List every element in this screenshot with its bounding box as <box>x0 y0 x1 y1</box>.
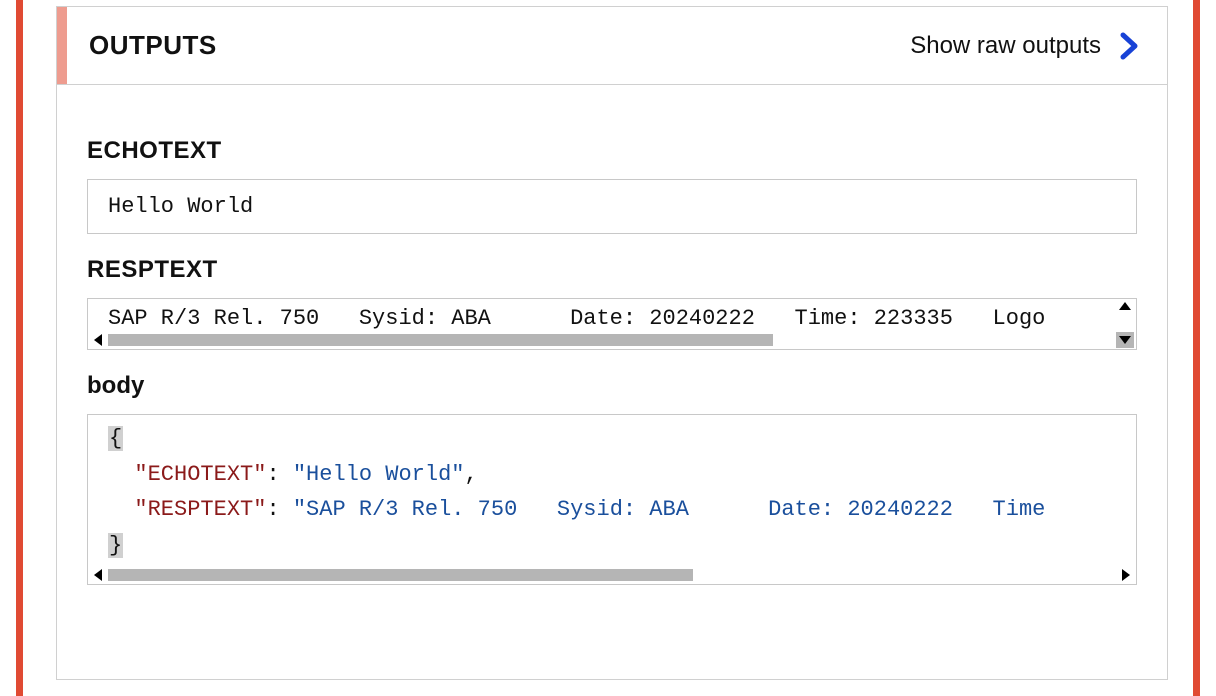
scrollbar-track[interactable] <box>108 569 1116 581</box>
scroll-down-icon <box>1119 336 1131 344</box>
scroll-left-icon <box>94 569 102 581</box>
resptext-horizontal-scrollbar[interactable] <box>88 331 1136 349</box>
outputs-panel: OUTPUTS Show raw outputs ECHOTEXT Hello … <box>56 6 1168 680</box>
json-colon: : <box>266 497 292 522</box>
header-accent-bar <box>57 7 67 84</box>
outputs-panel-header: OUTPUTS Show raw outputs <box>57 7 1167 85</box>
echotext-label: ECHOTEXT <box>87 137 1137 165</box>
echotext-section: ECHOTEXT Hello World <box>87 137 1137 234</box>
body-code[interactable]: { "ECHOTEXT": "Hello World", "RESPTEXT":… <box>88 415 1136 566</box>
scrollbar-thumb[interactable] <box>108 334 773 346</box>
json-close-brace: } <box>108 533 123 558</box>
json-key-resptext: "RESPTEXT" <box>134 497 266 522</box>
left-accent-bar <box>16 0 23 696</box>
scrollbar-track[interactable] <box>108 334 1116 346</box>
json-value-resptext: "SAP R/3 Rel. 750 Sysid: ABA Date: 20240… <box>293 497 1046 522</box>
resptext-box: SAP R/3 Rel. 750 Sysid: ABA Date: 202402… <box>87 298 1137 350</box>
show-raw-outputs-label: Show raw outputs <box>910 32 1101 60</box>
chevron-right-icon <box>1119 31 1141 61</box>
json-open-brace: { <box>108 426 123 451</box>
json-key-echotext: "ECHOTEXT" <box>134 462 266 487</box>
echotext-value: Hello World <box>87 179 1137 234</box>
resptext-label: RESPTEXT <box>87 256 1137 284</box>
right-accent-bar <box>1193 0 1200 696</box>
scroll-down-button[interactable] <box>1116 332 1134 348</box>
scrollbar-thumb[interactable] <box>108 569 693 581</box>
json-comma: , <box>464 462 477 487</box>
body-horizontal-scrollbar[interactable] <box>88 566 1136 584</box>
body-label: body <box>87 372 1137 400</box>
scroll-right-icon <box>1122 569 1130 581</box>
resptext-section: RESPTEXT SAP R/3 Rel. 750 Sysid: ABA Dat… <box>87 256 1137 350</box>
resptext-vertical-scrollbar[interactable] <box>1116 302 1134 348</box>
scroll-up-icon <box>1119 302 1131 310</box>
scroll-left-icon <box>94 334 102 346</box>
resptext-value[interactable]: SAP R/3 Rel. 750 Sysid: ABA Date: 202402… <box>88 299 1136 331</box>
page-title: OUTPUTS <box>89 30 217 61</box>
json-colon: : <box>266 462 292 487</box>
body-code-box: { "ECHOTEXT": "Hello World", "RESPTEXT":… <box>87 414 1137 585</box>
body-section: body { "ECHOTEXT": "Hello World", "RESPT… <box>87 372 1137 585</box>
outputs-panel-body: ECHOTEXT Hello World RESPTEXT SAP R/3 Re… <box>57 85 1167 609</box>
json-value-echotext: "Hello World" <box>293 462 465 487</box>
show-raw-outputs-button[interactable]: Show raw outputs <box>910 31 1141 61</box>
